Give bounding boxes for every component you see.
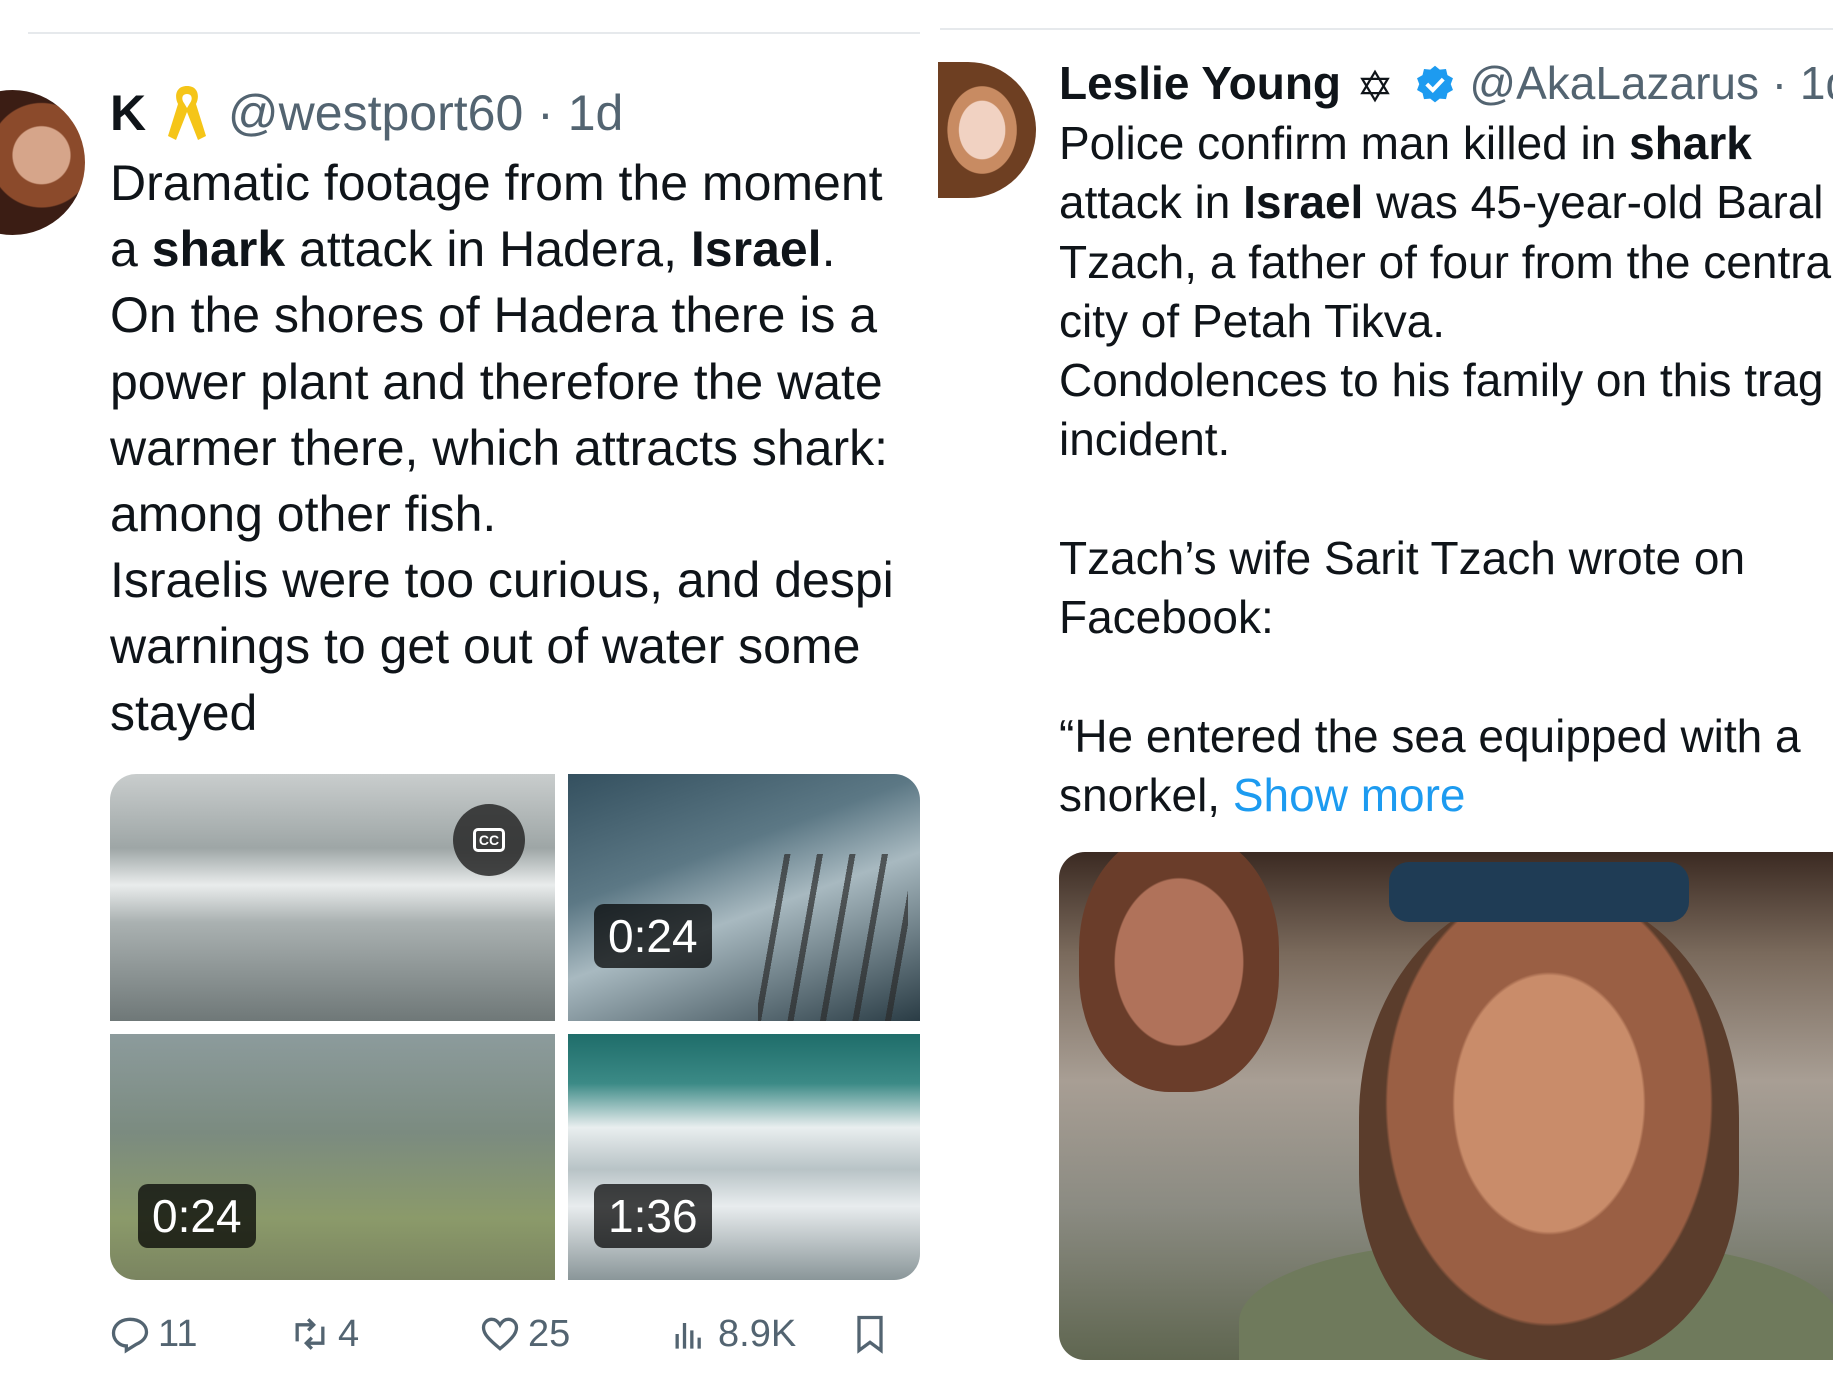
display-name[interactable]: K (110, 85, 146, 141)
photo-hand (1079, 852, 1279, 1092)
video-duration: 0:24 (594, 904, 712, 968)
photo-face (1359, 892, 1739, 1360)
text-line: Condolences to his family on this trag (1059, 351, 1833, 410)
text-line: power plant and therefore the wate (110, 349, 920, 415)
text-segment: On the shores of Hadera there is a (110, 287, 878, 344)
bold-text: Israel (690, 221, 822, 278)
views-button[interactable]: 8.9K (668, 1312, 796, 1356)
text-segment: attack in (1059, 176, 1244, 229)
text-line: Israelis were too curious, and despi (110, 547, 920, 613)
text-segment: Dramatic footage from the moment (110, 155, 883, 211)
text-line: Tzach’s wife Sarit Tzach wrote on (1059, 529, 1833, 588)
video-thumbnail-1[interactable]: CC (110, 774, 555, 1021)
tweet-right[interactable]: Leslie Young @AkaLazarus · 1d Police con… (938, 0, 1833, 1376)
text-segment: stayed (110, 684, 258, 741)
bold-text: shark (151, 221, 286, 278)
tweet-header: K @westport60 · 1d (110, 80, 623, 146)
text-line: Facebook: (1059, 588, 1833, 647)
cc-icon: CC (472, 828, 506, 852)
text-segment: among other fish. (110, 486, 497, 543)
text-segment: Police confirm man killed in (1059, 117, 1630, 169)
tweet-header: Leslie Young @AkaLazarus · 1d (1059, 52, 1833, 114)
separator: · (537, 85, 554, 141)
text-line (1059, 648, 1833, 707)
text-line: city of Petah Tikva. (1059, 292, 1833, 351)
yellow-ribbon-icon (168, 86, 207, 140)
display-name[interactable]: Leslie Young (1059, 57, 1341, 109)
show-more-link[interactable]: Show more (1233, 769, 1466, 821)
bookmark-button[interactable] (848, 1312, 898, 1356)
like-button[interactable]: 25 (478, 1312, 570, 1356)
tweet-text: Police confirm man killed in shark attack… (1059, 114, 1833, 826)
timestamp[interactable]: 1d (568, 85, 624, 141)
photo-sunglasses (1389, 862, 1689, 922)
text-segment: attack in Hadera, (285, 221, 691, 278)
tweet-photo[interactable] (1059, 852, 1833, 1360)
verified-badge-icon (1416, 65, 1453, 103)
video-thumbnail-3[interactable]: 0:24 (110, 1034, 555, 1280)
separator: · (1771, 57, 1788, 109)
text-segment: warnings to get out of water some (110, 618, 861, 675)
fence-image (758, 854, 908, 1021)
view-count: 8.9K (718, 1312, 797, 1355)
text-segment: Condolences to his family on this trag (1059, 354, 1824, 407)
text-segment: incident. (1059, 413, 1231, 466)
heart-icon (481, 1317, 519, 1351)
text-segment: “He entered the sea equipped with a (1059, 709, 1801, 762)
text-segment: Israelis were too curious, and despi (110, 552, 894, 609)
text-segment: Tzach, a father of four from the centra (1059, 235, 1832, 288)
text-segment: . (821, 221, 836, 278)
text-segment: Tzach’s wife Sarit Tzach wrote on (1059, 532, 1746, 585)
text-line: a shark attack in Hadera, Israel. (110, 216, 920, 282)
tweet-left[interactable]: K @westport60 · 1d Dramatic footage from… (0, 0, 920, 1376)
video-duration: 1:36 (594, 1184, 712, 1248)
bold-text: shark (1629, 117, 1752, 169)
retweet-count: 4 (338, 1312, 360, 1355)
bookmark-icon (857, 1315, 883, 1354)
text-line: warmer there, which attracts shark: (110, 415, 920, 481)
text-line: Tzach, a father of four from the centra (1059, 233, 1833, 292)
text-segment: city of Petah Tikva. (1059, 294, 1446, 347)
text-segment: was 45-year-old Baral (1363, 176, 1824, 229)
video-thumbnail-4[interactable]: 1:36 (568, 1034, 920, 1280)
bold-text: Israel (1243, 176, 1364, 229)
tweet-actions: 11 4 25 8.9K (108, 1312, 920, 1372)
text-line: Dramatic footage from the moment (110, 150, 920, 216)
text-line: Police confirm man killed in shark (1059, 114, 1833, 173)
video-duration: 0:24 (138, 1184, 256, 1248)
text-line: among other fish. (110, 481, 920, 547)
retweet-button[interactable]: 4 (288, 1312, 359, 1356)
reply-count: 11 (158, 1312, 198, 1355)
text-line: incident. (1059, 410, 1833, 469)
retweet-icon (295, 1318, 325, 1350)
text-segment: snorkel, (1059, 769, 1233, 822)
text-segment: Facebook: (1059, 591, 1274, 644)
text-segment: a (110, 221, 152, 278)
text-segment: warmer there, which attracts shark: (110, 419, 889, 476)
text-line: attack in Israel was 45-year-old Baral (1059, 173, 1833, 232)
handle[interactable]: @westport60 (228, 85, 523, 141)
like-count: 25 (528, 1312, 571, 1355)
captions-button[interactable]: CC (453, 804, 525, 876)
text-line: stayed (110, 680, 920, 746)
avatar[interactable] (0, 90, 85, 235)
text-line: snorkel, Show more (1059, 766, 1833, 825)
tweet-text: Dramatic footage from the moment a shark … (110, 150, 920, 746)
star-of-david-icon (1360, 69, 1390, 103)
media-grid: CC 0:24 0:24 1:36 (110, 774, 920, 1280)
views-icon (675, 1323, 701, 1349)
handle[interactable]: @AkaLazarus (1469, 57, 1759, 109)
text-line: On the shores of Hadera there is a (110, 282, 920, 348)
avatar[interactable] (938, 62, 1036, 198)
text-segment: power plant and therefore the wate (110, 353, 883, 410)
reply-icon (111, 1317, 149, 1354)
timestamp[interactable]: 1d (1800, 57, 1833, 109)
text-line (1059, 470, 1833, 529)
text-line: “He entered the sea equipped with a (1059, 707, 1833, 766)
reply-button[interactable]: 11 (108, 1312, 197, 1356)
video-thumbnail-2[interactable]: 0:24 (568, 774, 920, 1021)
text-line: warnings to get out of water some (110, 613, 920, 679)
